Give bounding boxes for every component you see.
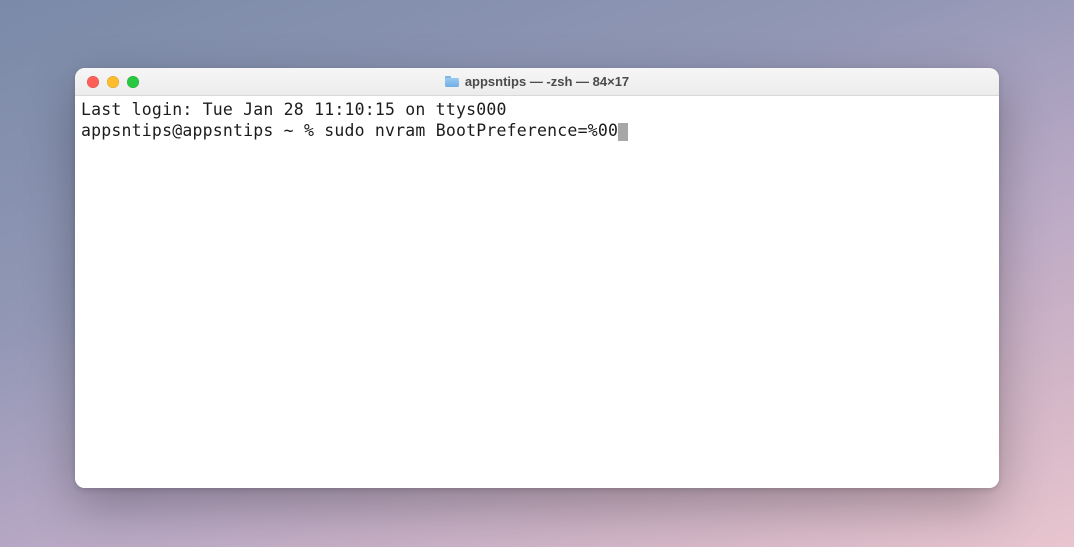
folder-icon <box>445 76 459 87</box>
typed-command: sudo nvram BootPreference=%00 <box>324 121 618 140</box>
close-icon[interactable] <box>87 76 99 88</box>
last-login-line: Last login: Tue Jan 28 11:10:15 on ttys0… <box>81 100 507 119</box>
cursor-block-icon <box>618 123 628 141</box>
traffic-lights <box>75 76 139 88</box>
window-title: appsntips — -zsh — 84×17 <box>465 74 629 89</box>
shell-prompt: appsntips@appsntips ~ % <box>81 121 324 140</box>
zoom-icon[interactable] <box>127 76 139 88</box>
titlebar: appsntips — -zsh — 84×17 <box>75 68 999 96</box>
minimize-icon[interactable] <box>107 76 119 88</box>
title-center: appsntips — -zsh — 84×17 <box>75 74 999 89</box>
terminal-window: appsntips — -zsh — 84×17 Last login: Tue… <box>75 68 999 488</box>
terminal-body[interactable]: Last login: Tue Jan 28 11:10:15 on ttys0… <box>75 96 999 488</box>
